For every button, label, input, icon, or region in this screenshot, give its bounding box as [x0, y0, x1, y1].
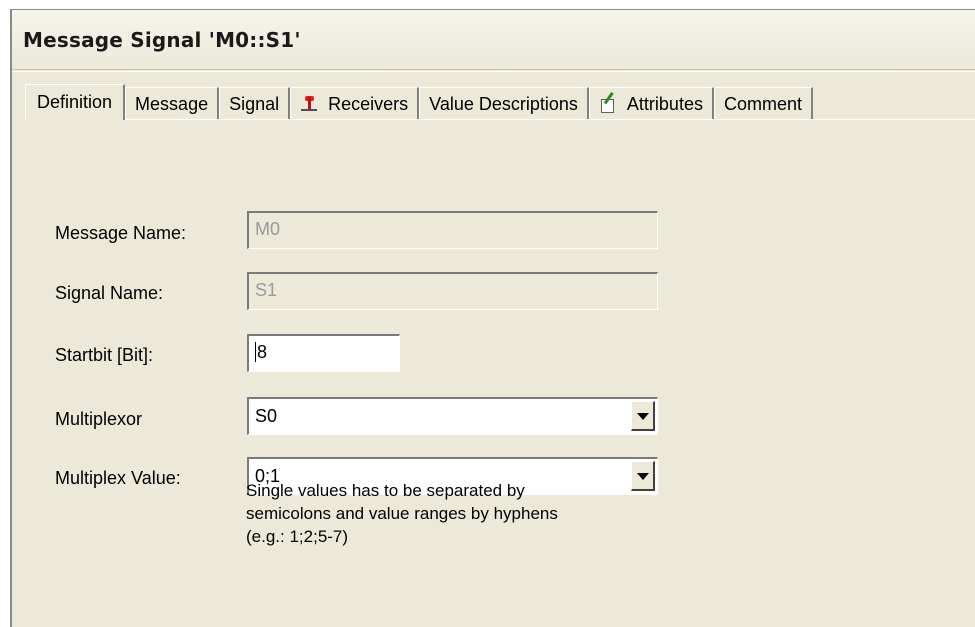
startbit-value: 8	[257, 342, 268, 362]
tab-message[interactable]: Message	[125, 87, 220, 120]
tab-label: Attributes	[626, 93, 703, 114]
tab-divider	[25, 119, 975, 120]
tab-label: Signal	[229, 93, 280, 114]
signal-name-label: Signal Name:	[55, 283, 164, 303]
multiplex-value-label: Multiplex Value:	[55, 468, 181, 488]
multiplexor-dropdown-button[interactable]	[631, 401, 655, 431]
message-name-field: M0	[247, 211, 658, 249]
startbit-label: Startbit [Bit]:	[55, 345, 154, 365]
tab-label: Definition	[37, 92, 113, 112]
tab-label: Comment	[723, 93, 802, 114]
hint-line: (e.g.: 1;2;5-7)	[246, 527, 349, 546]
tab-comment[interactable]: Comment	[713, 87, 813, 120]
receiver-icon	[300, 95, 318, 113]
text-caret	[255, 342, 256, 362]
multiplexor-label: Multiplexor	[55, 409, 143, 429]
tab-label: Receivers	[328, 93, 409, 114]
hint-line: Single values has to be separated by	[246, 481, 525, 500]
chevron-down-icon	[637, 413, 649, 420]
tab-value-descriptions[interactable]: Value Descriptions	[419, 87, 589, 120]
tab-attributes[interactable]: Attributes	[588, 87, 714, 120]
tab-label: Message	[135, 93, 209, 114]
startbit-input[interactable]: 8	[247, 334, 400, 372]
signal-name-value: S1	[255, 280, 278, 300]
message-name-label: Message Name:	[55, 223, 187, 243]
multiplex-value-hint: Single values has to be separated by sem…	[246, 479, 566, 548]
window-title: Message Signal 'M0::S1'	[23, 28, 301, 52]
multiplexor-select[interactable]: S0	[247, 397, 658, 435]
tab-label: Value Descriptions	[429, 93, 578, 114]
tab-signal[interactable]: Signal	[219, 87, 291, 120]
title-bar: Message Signal 'M0::S1'	[12, 10, 975, 70]
tab-strip: Definition Message Signal Receivers Valu…	[25, 84, 813, 120]
attributes-icon	[599, 91, 617, 113]
chevron-down-icon	[637, 473, 649, 480]
tab-receivers[interactable]: Receivers	[290, 87, 420, 120]
multiplexor-value: S0	[255, 406, 278, 426]
signal-name-field: S1	[247, 272, 658, 310]
message-name-value: M0	[255, 219, 281, 239]
hint-line: semicolons and value ranges by hyphens	[246, 504, 558, 523]
tab-definition[interactable]: Definition	[25, 84, 126, 120]
multiplex-value-dropdown-button[interactable]	[631, 461, 655, 491]
